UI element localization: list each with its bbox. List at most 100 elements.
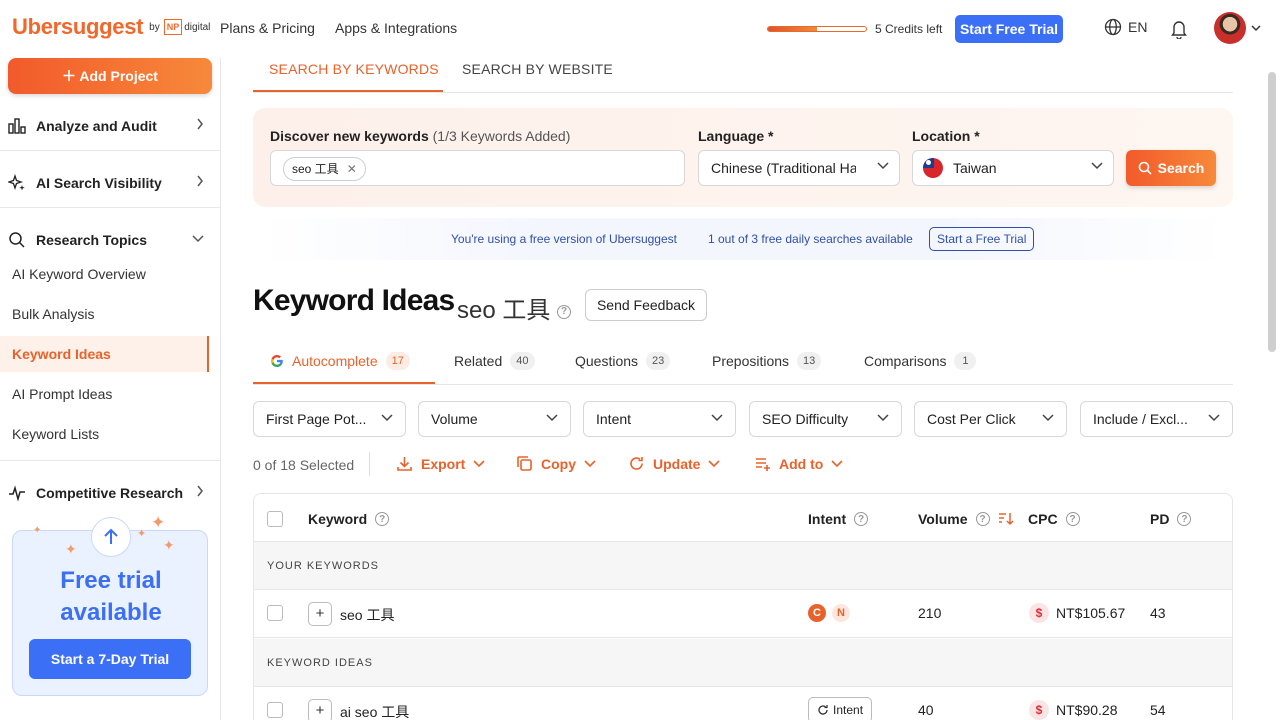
copy-icon: [517, 456, 532, 471]
filter-seo-difficulty[interactable]: SEO Difficulty: [749, 401, 902, 437]
location-select[interactable]: Taiwan: [912, 150, 1114, 186]
copy-button[interactable]: Copy: [516, 455, 596, 472]
sidebar: ＋ Add Project Analyze and Audit AI Searc…: [0, 58, 221, 720]
sidebar-section-competitive[interactable]: Competitive Research: [8, 482, 204, 504]
start-7-day-trial-button[interactable]: Start a 7-Day Trial: [29, 639, 191, 679]
update-button[interactable]: Update: [628, 455, 721, 472]
selection-count: 0 of 18 Selected: [253, 457, 355, 473]
column-intent[interactable]: Intent?: [808, 511, 869, 527]
help-icon[interactable]: ?: [854, 512, 869, 526]
search-button[interactable]: Search: [1126, 150, 1216, 186]
arrow-up-icon: [91, 517, 131, 557]
help-icon[interactable]: ?: [1065, 512, 1080, 526]
filter-volume[interactable]: Volume: [418, 401, 571, 437]
column-keyword[interactable]: Keyword?: [308, 511, 390, 527]
chevron-right-icon: [197, 485, 203, 497]
chevron-down-icon: [381, 414, 393, 422]
tab-prepositions[interactable]: Prepositions 13: [712, 352, 822, 370]
keyword-table: Keyword? Intent? Volume? CPC? PD? YOUR K…: [253, 493, 1233, 720]
volume-cell: 210: [918, 605, 942, 621]
tab-questions[interactable]: Questions 23: [575, 352, 671, 370]
column-cpc[interactable]: CPC?: [1028, 511, 1080, 527]
filter-label: Include / Excl...: [1093, 411, 1188, 427]
filter-intent[interactable]: Intent: [583, 401, 736, 437]
add-to-button[interactable]: Add to: [754, 455, 843, 472]
language-label: EN: [1128, 19, 1148, 35]
filter-include-exclude[interactable]: Include / Excl...: [1080, 401, 1233, 437]
column-pd[interactable]: PD?: [1150, 511, 1192, 527]
sort-descending-icon[interactable]: [998, 512, 1014, 526]
sidebar-item-ai-keyword-overview[interactable]: AI Keyword Overview: [12, 266, 146, 282]
language-selector[interactable]: EN: [1104, 18, 1147, 36]
help-icon[interactable]: ?: [557, 304, 572, 319]
pd-cell: 43: [1150, 605, 1166, 621]
sidebar-section-analyze[interactable]: Analyze and Audit: [8, 115, 204, 137]
nav-apps-integrations[interactable]: Apps & Integrations: [335, 20, 457, 36]
page-title-keyword: seo 工具 ?: [457, 290, 572, 325]
sidebar-section-label: Analyze and Audit: [36, 118, 157, 134]
filter-cost-per-click[interactable]: Cost Per Click: [914, 401, 1067, 437]
sidebar-item-ai-prompt-ideas[interactable]: AI Prompt Ideas: [12, 386, 112, 402]
logo-np: NP: [163, 19, 183, 35]
tab-label: Prepositions: [712, 353, 790, 369]
help-icon[interactable]: ?: [375, 512, 390, 526]
help-icon[interactable]: ?: [1177, 512, 1192, 526]
filter-label: Cost Per Click: [927, 411, 1016, 427]
help-icon[interactable]: ?: [975, 512, 990, 526]
avatar[interactable]: [1214, 12, 1246, 44]
plus-icon[interactable]: +: [308, 602, 332, 626]
select-all-checkbox[interactable]: [267, 511, 283, 527]
tab-search-by-keywords[interactable]: SEARCH BY KEYWORDS: [269, 61, 439, 77]
language-label: Language *: [698, 128, 774, 144]
nav-plans-pricing[interactable]: Plans & Pricing: [220, 20, 315, 36]
tab-related[interactable]: Related 40: [454, 352, 535, 370]
search-mode-tabs: SEARCH BY KEYWORDS SEARCH BY WEBSITE: [253, 58, 1233, 93]
send-feedback-button[interactable]: Send Feedback: [585, 289, 707, 321]
free-searches-text: 1 out of 3 free daily searches available: [708, 232, 913, 246]
keyword-chip: seo 工具 ✕: [283, 157, 366, 181]
start-free-trial-button[interactable]: Start Free Trial: [955, 15, 1063, 43]
table-row: + ai seo 工具 Intent 40 $ NT$90.28 54: [254, 687, 1232, 720]
location-label: Location *: [912, 128, 980, 144]
column-label: Keyword: [308, 511, 368, 527]
pd-cell: 54: [1150, 702, 1166, 718]
filter-first-page-potential[interactable]: First Page Pot...: [253, 401, 406, 437]
scrollbar[interactable]: [1268, 72, 1276, 352]
top-nav: Ubersuggest by NP digital Plans & Pricin…: [0, 0, 1280, 58]
tab-autocomplete[interactable]: Autocomplete 17: [270, 352, 410, 370]
add-to-label: Add to: [779, 455, 824, 472]
row-checkbox[interactable]: [267, 702, 283, 718]
keyword-cell[interactable]: ai seo 工具: [340, 702, 409, 720]
export-button[interactable]: Export: [396, 455, 485, 472]
close-icon[interactable]: ✕: [347, 158, 357, 180]
chevron-down-icon: [584, 459, 596, 467]
column-volume[interactable]: Volume?: [918, 511, 1014, 527]
sidebar-item-keyword-lists[interactable]: Keyword Lists: [12, 426, 99, 442]
chevron-down-icon: [192, 235, 204, 243]
bell-icon[interactable]: [1170, 19, 1188, 39]
add-to-list-icon: [756, 458, 770, 471]
column-label: CPC: [1028, 511, 1058, 527]
globe-icon: [1104, 18, 1122, 36]
sparkle-icon: ✦: [65, 541, 77, 557]
keyword-input[interactable]: seo 工具 ✕: [270, 150, 685, 186]
add-project-button[interactable]: ＋ Add Project: [8, 58, 212, 94]
logo-text: Ubersuggest: [12, 14, 144, 39]
intent-button[interactable]: Intent: [808, 697, 873, 720]
tab-comparisons[interactable]: Comparisons 1: [864, 352, 977, 370]
row-checkbox[interactable]: [267, 605, 283, 621]
keyword-cell[interactable]: seo 工具: [340, 605, 394, 625]
plus-icon[interactable]: +: [308, 699, 332, 720]
logo[interactable]: Ubersuggest by NP digital: [12, 14, 210, 40]
chevron-down-icon[interactable]: [1251, 24, 1261, 32]
language-select[interactable]: Chinese (Traditional Han): [698, 150, 900, 186]
keyword-tabs: Autocomplete 17 Related 40 Questions 23 …: [253, 340, 1233, 385]
start-a-free-trial-button[interactable]: Start a Free Trial: [929, 227, 1035, 251]
sidebar-section-research[interactable]: Research Topics: [8, 229, 204, 251]
sidebar-item-bulk-analysis[interactable]: Bulk Analysis: [12, 306, 94, 322]
sidebar-item-keyword-ideas[interactable]: Keyword Ideas: [12, 346, 111, 362]
sparkle-icon: ✦: [151, 513, 166, 532]
add-project-label: Add Project: [79, 68, 158, 84]
tab-search-by-website[interactable]: SEARCH BY WEBSITE: [462, 61, 613, 77]
sidebar-section-ai-search[interactable]: AI Search Visibility: [8, 172, 204, 194]
